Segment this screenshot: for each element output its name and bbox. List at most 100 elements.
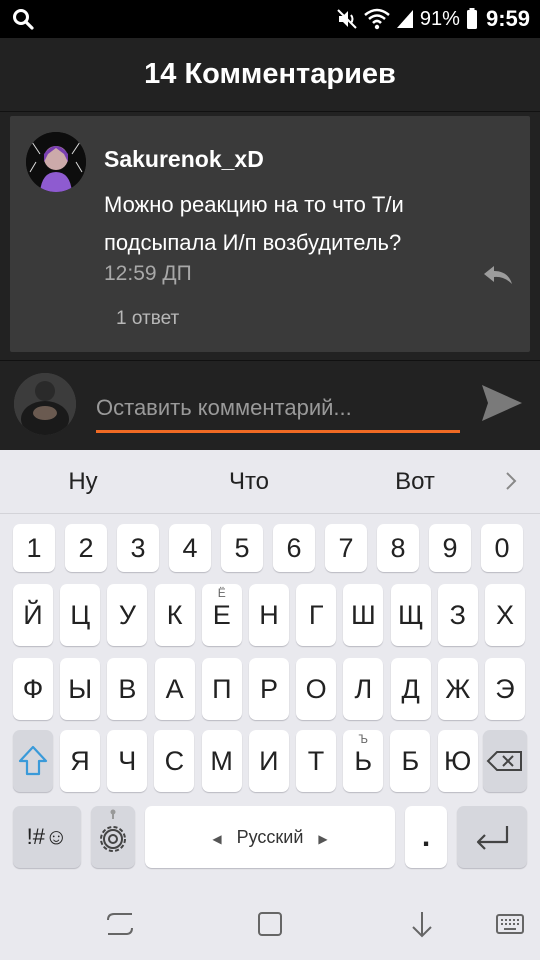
- key-label: 9: [442, 533, 458, 563]
- reply-icon[interactable]: [482, 264, 514, 286]
- battery-icon: [466, 8, 477, 29]
- letter-key[interactable]: В: [107, 658, 148, 720]
- number-key[interactable]: 9: [429, 524, 471, 572]
- letter-key[interactable]: Х: [485, 584, 525, 646]
- key-label: 4: [182, 533, 198, 563]
- letter-key[interactable]: Ф: [13, 658, 53, 720]
- settings-key[interactable]: [91, 806, 135, 868]
- letter-key[interactable]: Ч: [107, 730, 148, 792]
- number-key[interactable]: 1: [13, 524, 55, 572]
- key-label: Н: [259, 600, 279, 630]
- number-key[interactable]: 5: [221, 524, 263, 572]
- battery-percent: 91%: [419, 7, 460, 30]
- recents-icon[interactable]: [104, 908, 136, 940]
- key-label: 1: [26, 533, 42, 563]
- page-title: 14 Комментариев: [144, 58, 396, 90]
- comment-input[interactable]: [96, 385, 460, 433]
- number-key[interactable]: 4: [169, 524, 211, 572]
- letter-key[interactable]: Ш: [343, 584, 384, 646]
- send-button[interactable]: [480, 383, 524, 423]
- letter-key[interactable]: З: [437, 584, 478, 646]
- chevron-right-icon[interactable]: [504, 470, 518, 492]
- symbols-key[interactable]: !#☺: [13, 806, 81, 868]
- send-icon: [482, 385, 522, 421]
- key-label: Х: [495, 600, 514, 630]
- keyboard-icon[interactable]: [494, 908, 526, 940]
- key-label: У: [118, 600, 136, 630]
- key-label: Д: [401, 674, 420, 704]
- key-label: Ф: [22, 674, 44, 704]
- number-key[interactable]: 6: [273, 524, 315, 572]
- key-label: Э: [495, 674, 515, 704]
- letter-key[interactable]: Н: [249, 584, 289, 646]
- space-key[interactable]: ◀ Русский ▶: [145, 806, 395, 868]
- letter-key[interactable]: Ж: [437, 658, 478, 720]
- letter-key[interactable]: С: [154, 730, 195, 792]
- letter-key[interactable]: К: [154, 584, 195, 646]
- enter-key[interactable]: [457, 806, 527, 868]
- space-right-arrow-icon: ▶: [318, 832, 328, 846]
- key-alt-label: Ъ: [358, 732, 368, 746]
- shift-key[interactable]: [13, 730, 53, 792]
- letter-key[interactable]: Ы: [60, 658, 101, 720]
- comment-compose-bar: [0, 360, 540, 450]
- app-screen: 91% 9:59 14 Комментариев Sakurenok_xD Мо…: [0, 0, 540, 960]
- backspace-key[interactable]: [483, 730, 527, 792]
- suggestion-item[interactable]: Вот: [332, 450, 498, 514]
- letter-key[interactable]: У: [107, 584, 148, 646]
- letter-key[interactable]: Т: [296, 730, 336, 792]
- space-language-label: Русский: [236, 827, 304, 847]
- suggestion-bar: Ну Что Вот: [0, 450, 540, 514]
- letter-key[interactable]: Л: [343, 658, 384, 720]
- key-label: 2: [78, 533, 94, 563]
- letter-key[interactable]: А: [154, 658, 195, 720]
- letter-key[interactable]: О: [296, 658, 337, 720]
- letter-key[interactable]: Ц: [60, 584, 101, 646]
- search-icon[interactable]: [12, 8, 34, 30]
- key-label: Л: [354, 674, 373, 704]
- key-label: 6: [286, 533, 302, 563]
- clock: 9:59: [485, 6, 530, 31]
- letter-key[interactable]: Р: [249, 658, 289, 720]
- letter-key[interactable]: И: [248, 730, 289, 792]
- suggestion-item[interactable]: Что: [166, 450, 332, 514]
- letter-key[interactable]: Д: [390, 658, 431, 720]
- suggestion-item[interactable]: Ну: [0, 450, 166, 514]
- letter-key[interactable]: М: [201, 730, 242, 792]
- key-label: К: [166, 600, 183, 630]
- key-label: Ы: [68, 674, 93, 704]
- letter-key[interactable]: Ю: [437, 730, 478, 792]
- letter-key[interactable]: Б: [390, 730, 431, 792]
- home-icon[interactable]: [254, 908, 286, 940]
- period-key[interactable]: .: [405, 806, 447, 868]
- key-label: 8: [390, 533, 406, 563]
- key-label: Ц: [70, 600, 91, 630]
- number-key[interactable]: 2: [65, 524, 107, 572]
- mute-icon: [337, 9, 357, 29]
- letter-key[interactable]: П: [201, 658, 242, 720]
- key-label: С: [164, 746, 185, 776]
- number-key[interactable]: 8: [377, 524, 419, 572]
- number-key[interactable]: 0: [481, 524, 523, 572]
- letter-key[interactable]: Э: [485, 658, 525, 720]
- key-label: П: [212, 674, 232, 704]
- letter-key[interactable]: Щ: [390, 584, 431, 646]
- key-label: З: [449, 600, 466, 630]
- letter-key[interactable]: Я: [60, 730, 100, 792]
- number-key[interactable]: 3: [117, 524, 159, 572]
- back-icon[interactable]: [406, 908, 438, 940]
- user-avatar: [14, 373, 76, 435]
- letter-key[interactable]: Г: [296, 584, 337, 646]
- letter-key[interactable]: ЬЪ: [343, 730, 384, 792]
- comment-author-avatar[interactable]: [26, 132, 86, 192]
- key-label: Т: [307, 746, 325, 776]
- number-key[interactable]: 7: [325, 524, 367, 572]
- key-label: А: [165, 674, 184, 704]
- letter-key[interactable]: Й: [13, 584, 53, 646]
- key-label: 7: [338, 533, 354, 563]
- key-label: Р: [259, 674, 278, 704]
- comment-time: 12:59 ДП: [104, 262, 192, 285]
- letter-key[interactable]: ЕЁ: [201, 584, 242, 646]
- replies-link[interactable]: 1 ответ: [116, 308, 179, 330]
- comment-author[interactable]: Sakurenok_xD: [104, 146, 264, 173]
